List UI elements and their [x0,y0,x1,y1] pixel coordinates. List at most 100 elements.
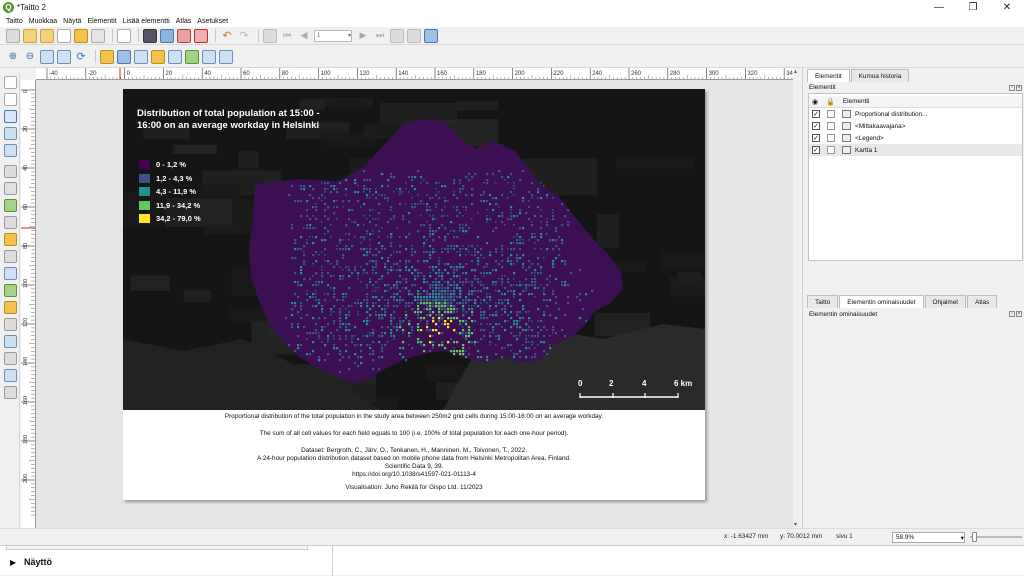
map-item[interactable]: Distribution of total population at 15:0… [123,89,705,410]
lock-checkbox[interactable] [827,122,835,130]
add-scalebar-icon[interactable] [4,250,17,263]
list-item[interactable]: ✓ <Mittakaavajana> [809,120,1022,132]
zoom-slider-handle[interactable] [972,532,977,542]
ungroup-items-icon[interactable] [151,49,165,64]
tab-elementin-ominaisuudet[interactable]: Elementin ominaisuudet [839,295,924,308]
atlas-settings-icon[interactable] [424,28,438,43]
add-north-arrow-icon[interactable] [4,267,17,280]
zoom-actual-icon[interactable] [40,49,54,64]
redo-icon[interactable]: ↷ [237,29,251,43]
grid-cell [447,248,450,251]
close-button[interactable]: ✕ [990,0,1024,15]
add-shape-icon[interactable] [4,284,17,297]
refresh-icon[interactable]: ⟳ [74,50,88,64]
zoom-out-icon[interactable]: ⊖ [23,50,37,64]
add-html-icon[interactable] [4,352,17,365]
zoom-select[interactable]: 58.9% ▾ [892,532,965,543]
maximize-button[interactable]: ❐ [956,0,990,15]
expand-arrow-icon[interactable]: ▶ [10,558,16,567]
align-left-icon[interactable] [185,49,199,64]
add-attribute-table-icon[interactable] [4,369,17,382]
add-picture-icon[interactable] [4,199,17,212]
dock-splitter[interactable] [6,546,308,550]
minimize-button[interactable]: — [922,0,956,15]
last-feature-icon[interactable]: ⏭ [373,29,387,43]
menu-taitto[interactable]: Taitto [6,18,23,25]
menu-nayta[interactable]: Näytä [63,18,81,25]
map-legend[interactable]: 0 - 1,2 % 1,2 - 4,3 % 4,3 - 11,9 % 11,9 … [139,158,201,226]
scroll-down-icon[interactable]: ▾ [794,521,797,528]
tab-elementit[interactable]: Elementit [807,69,850,82]
export-pdf-icon[interactable] [194,28,208,43]
atlas-page-select[interactable]: 1 ▾ [314,29,352,42]
open-template-icon[interactable] [74,28,88,43]
tab-kumoa-historia[interactable]: Kumoa historia [850,69,910,82]
zoom-tool-icon[interactable] [4,93,17,106]
layout-manager-icon[interactable] [57,28,71,43]
layout-page[interactable]: Distribution of total population at 15:0… [123,89,705,500]
tab-taitto[interactable]: Taitto [807,295,839,308]
zoom-in-icon[interactable]: ⊕ [6,50,20,64]
select-move-icon[interactable] [4,110,17,123]
list-item[interactable]: ✓ Kartta 1 [809,144,1022,156]
atlas-print-icon[interactable] [390,28,404,43]
tab-ohjaimet[interactable]: Ohjaimet [924,295,967,308]
add-polyline-icon[interactable] [4,335,17,348]
add-label-icon[interactable] [4,216,17,229]
export-image-icon[interactable] [160,28,174,43]
menu-lisaa-elementti[interactable]: Lisää elementti [123,18,170,25]
save-template-icon[interactable] [91,28,105,43]
float-panel-icon[interactable]: ▫ [1009,85,1015,91]
print-icon[interactable] [143,28,157,43]
first-feature-icon[interactable]: ⏮ [280,29,294,43]
menu-muokkaa[interactable]: Muokkaa [29,18,57,25]
menu-atlas[interactable]: Atlas [176,18,192,25]
add-fixed-table-icon[interactable] [4,386,17,399]
visibility-checkbox[interactable]: ✓ [812,134,820,142]
page-setup-icon[interactable] [117,28,131,43]
undo-icon[interactable]: ↶ [220,29,234,43]
add-map-icon[interactable] [4,165,17,178]
scale-bar[interactable]: 0 2 4 6 km [578,379,698,404]
raise-item-icon[interactable] [100,49,114,64]
visibility-checkbox[interactable]: ✓ [812,146,820,154]
add-arrow-icon[interactable] [4,318,17,331]
atlas-export-icon[interactable] [407,28,421,43]
visibility-checkbox[interactable]: ✓ [812,110,820,118]
previous-feature-icon[interactable]: ◀ [297,29,311,43]
canvas-scrollbar[interactable]: ▴ ▾ [793,68,802,528]
close-panel-icon[interactable]: × [1016,311,1022,317]
move-content-icon[interactable] [4,127,17,140]
duplicate-layout-icon[interactable] [40,28,54,43]
zoom-slider[interactable] [970,536,1022,538]
atlas-preview-icon[interactable] [263,28,277,43]
zoom-full-icon[interactable] [57,49,71,64]
lower-item-icon[interactable] [117,49,131,64]
distribute-icon[interactable] [202,49,216,64]
resize-icon[interactable] [219,49,233,64]
edit-nodes-icon[interactable] [4,144,17,157]
lock-items-icon[interactable] [168,49,182,64]
menu-elementit[interactable]: Elementit [87,18,116,25]
add-legend-icon[interactable] [4,233,17,246]
list-item[interactable]: ✓ Proportional distribution... [809,108,1022,120]
lock-checkbox[interactable] [827,134,835,142]
group-items-icon[interactable] [134,49,148,64]
tab-atlas[interactable]: Atlas [967,295,998,308]
visibility-checkbox[interactable]: ✓ [812,122,820,130]
lock-checkbox[interactable] [827,110,835,118]
float-panel-icon[interactable]: ▫ [1009,311,1015,317]
new-layout-icon[interactable] [23,28,37,43]
add-marker-icon[interactable] [4,301,17,314]
list-item[interactable]: ✓ <Legend> [809,132,1022,144]
save-icon[interactable] [6,28,20,43]
menu-asetukset[interactable]: Asetukset [197,18,228,25]
export-svg-icon[interactable] [177,28,191,43]
close-panel-icon[interactable]: × [1016,85,1022,91]
pan-icon[interactable] [4,76,17,89]
scroll-up-icon[interactable]: ▴ [794,68,797,75]
lock-checkbox[interactable] [827,146,835,154]
caption-label[interactable]: Proportional distribution of the total p… [123,410,705,492]
next-feature-icon[interactable]: ▶ [356,29,370,43]
add-3d-map-icon[interactable] [4,182,17,195]
